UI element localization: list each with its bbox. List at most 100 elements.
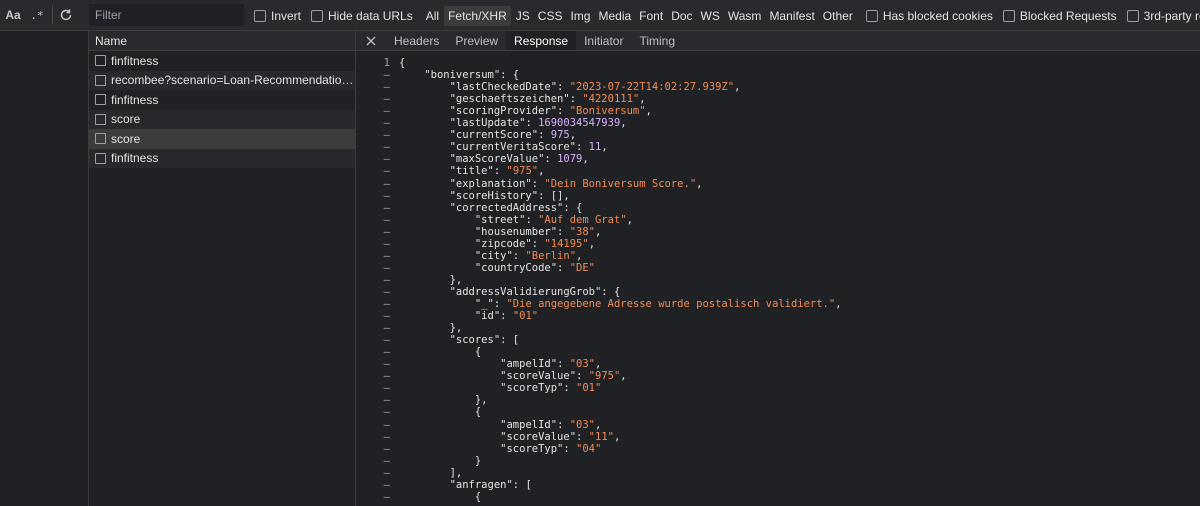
line-text: }, — [399, 273, 463, 286]
response-line: – }, — [356, 274, 1200, 286]
response-line: – }, — [356, 394, 1200, 406]
type-filter-other[interactable]: Other — [820, 6, 856, 26]
filter-input[interactable] — [95, 8, 243, 22]
blocked-requests-checkbox[interactable]: Blocked Requests — [1002, 8, 1117, 23]
tab-timing[interactable]: Timing — [631, 31, 683, 50]
type-filter-fetch-xhr[interactable]: Fetch/XHR — [444, 5, 511, 26]
close-icon[interactable] — [356, 31, 386, 50]
response-line: – "lastCheckedDate": "2023-07-22T14:02:2… — [356, 81, 1200, 93]
line-text: "scoreTyp": "01" — [500, 382, 602, 395]
type-filter-ws[interactable]: WS — [698, 6, 723, 26]
line-text: "geschaeftszeichen": "4220111", — [449, 93, 646, 106]
line-gutter: – — [383, 69, 390, 82]
tab-initiator[interactable]: Initiator — [576, 31, 631, 50]
line-text: "currentVeritaScore": 11, — [449, 141, 608, 154]
type-filter-media[interactable]: Media — [595, 6, 634, 26]
toolbar-divider — [52, 6, 53, 24]
line-gutter: – — [383, 466, 390, 479]
line-gutter: – — [383, 334, 390, 347]
refresh-icon[interactable] — [57, 6, 75, 24]
checkbox-icon — [311, 9, 324, 22]
response-line: – "scoreValue": "11", — [356, 431, 1200, 443]
blocked-requests-label: Blocked Requests — [1019, 8, 1117, 23]
type-filter-all[interactable]: All — [423, 6, 442, 26]
response-line: – { — [356, 406, 1200, 418]
line-gutter: – — [383, 117, 390, 130]
line-gutter: – — [383, 406, 390, 419]
line-gutter: – — [383, 249, 390, 262]
request-row[interactable]: score — [89, 109, 355, 129]
line-gutter: – — [383, 430, 390, 443]
line-gutter: – — [383, 442, 390, 455]
line-gutter: – — [383, 93, 390, 106]
line-text: "housenumber": "38", — [474, 225, 602, 238]
response-line: – "maxScoreValue": 1079, — [356, 153, 1200, 165]
response-line: – "countryCode": "DE" — [356, 262, 1200, 274]
request-row[interactable]: finfitness — [89, 148, 355, 168]
response-line: – "ampelId": "03", — [356, 358, 1200, 370]
line-text: { — [399, 406, 482, 419]
tab-headers[interactable]: Headers — [386, 31, 447, 50]
request-row[interactable]: finfitness — [89, 51, 355, 71]
has-blocked-cookies-checkbox[interactable]: Has blocked cookies — [865, 9, 993, 23]
type-filter-doc[interactable]: Doc — [668, 6, 695, 26]
regex-button[interactable]: .* — [26, 9, 48, 22]
line-gutter: – — [383, 418, 390, 431]
type-filter-css[interactable]: CSS — [535, 6, 566, 26]
request-row[interactable]: recombee?scenario=Loan-Recommendations..… — [89, 70, 355, 90]
hide-data-urls-label: Hide data URLs — [328, 8, 413, 23]
invert-checkbox[interactable]: Invert — [254, 9, 301, 23]
hide-data-urls-checkbox[interactable]: Hide data URLs — [311, 9, 413, 23]
type-filter-font[interactable]: Font — [636, 6, 666, 26]
response-viewer[interactable]: 1{– "boniversum": {– "lastCheckedDate": … — [356, 53, 1200, 506]
request-rows: finfitness recombee?scenario=Loan-Recomme… — [89, 51, 355, 168]
response-line: – "boniversum": { — [356, 69, 1200, 81]
response-line: – "lastUpdate": 1690034547939, — [356, 117, 1200, 129]
checkbox-icon — [865, 9, 878, 22]
line-text: "lastCheckedDate": "2023-07-22T14:02:27.… — [449, 81, 741, 94]
line-text: "boniversum": { — [424, 69, 520, 82]
name-column-header[interactable]: Name — [89, 31, 355, 51]
request-details: Headers Preview Response Initiator Timing 1 {… — [356, 31, 1200, 506]
response-line: – "currentVeritaScore": 11, — [356, 141, 1200, 153]
line-text: "lastUpdate": 1690034547939, — [449, 117, 627, 130]
tab-preview[interactable]: Preview — [447, 31, 506, 50]
line-gutter: 1 — [383, 57, 390, 69]
response-line: – "currentScore": 975, — [356, 129, 1200, 141]
response-line: – "title": "975", — [356, 165, 1200, 177]
response-line: – "street": "Auf dem Grat", — [356, 214, 1200, 226]
type-filter-img[interactable]: Img — [567, 6, 593, 26]
line-gutter: – — [383, 298, 390, 310]
request-name: score — [111, 131, 141, 146]
request-name: recombee?scenario=Loan-Recommendations..… — [111, 73, 355, 88]
line-text: "title": "975", — [449, 165, 545, 178]
request-row[interactable]: score — [89, 129, 355, 149]
request-type-icon — [95, 133, 106, 145]
type-filter-wasm[interactable]: Wasm — [725, 6, 765, 26]
tab-response[interactable]: Response — [506, 31, 577, 50]
request-type-icon — [95, 94, 106, 106]
line-text: } — [399, 454, 482, 467]
line-gutter: – — [383, 81, 390, 94]
type-filter-js[interactable]: JS — [513, 6, 533, 26]
line-text: "street": "Auf dem Grat", — [474, 213, 633, 226]
line-gutter: – — [383, 237, 390, 250]
invert-label: Invert — [271, 8, 302, 23]
line-text: "currentScore": 975, — [449, 129, 577, 142]
line-gutter: – — [383, 141, 390, 154]
line-gutter: – — [383, 105, 390, 118]
line-gutter: – — [383, 322, 390, 335]
match-case-button[interactable]: Aa — [0, 8, 26, 22]
resource-type-filters: All Fetch/XHR JS CSS Img Media Font Doc WS Wasm Ma… — [423, 5, 858, 26]
line-text: "city": "Berlin", — [474, 249, 583, 262]
response-line: – "scores": [ — [356, 334, 1200, 346]
request-name: score — [111, 112, 141, 127]
request-row[interactable]: finfitness — [89, 90, 355, 110]
response-line: – "correctedAddress": { — [356, 202, 1200, 214]
response-line: – "ampelId": "03", — [356, 419, 1200, 431]
line-text: "scoreValue": "11", — [500, 430, 621, 443]
type-filter-manifest[interactable]: Manifest — [766, 6, 817, 26]
third-party-checkbox[interactable]: 3rd-party requests — [1126, 9, 1200, 23]
response-line: – { — [356, 346, 1200, 358]
request-type-icon — [95, 113, 106, 125]
